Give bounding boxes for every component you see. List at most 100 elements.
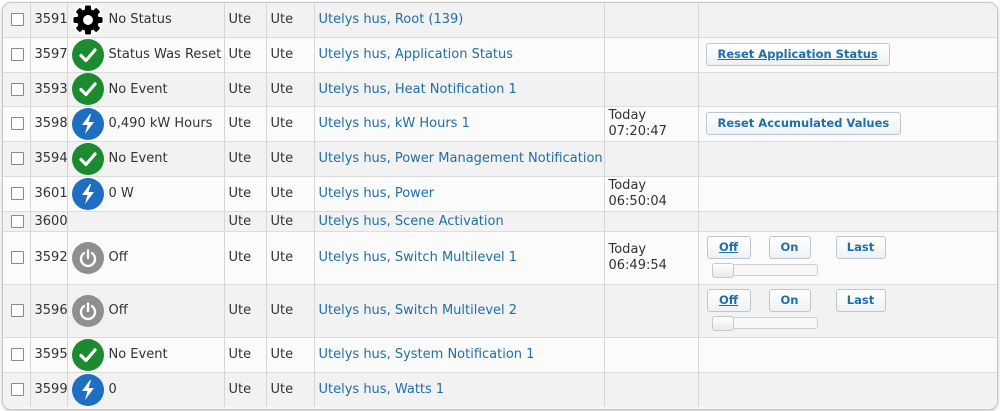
on-button[interactable]: On — [768, 288, 811, 312]
lightning-icon — [71, 373, 104, 406]
actions-cell — [698, 211, 997, 232]
checkmark-icon — [71, 38, 104, 71]
row-checkbox[interactable] — [11, 82, 24, 96]
status-text: 0 W — [108, 186, 134, 201]
last-update-time: Today 07:20:47 — [609, 108, 694, 140]
reset-application-status-button[interactable]: Reset Application Status — [705, 43, 890, 66]
device-name-cell: Utelys hus, Application Status — [314, 37, 605, 73]
select-cell — [3, 284, 31, 338]
time-cell: Today 07:20:47 — [604, 106, 699, 142]
update-day: Today — [608, 241, 647, 257]
room-cell: Ute — [266, 284, 315, 338]
device-id: 3594 — [30, 141, 68, 177]
status-cell: Status Was Reset — [67, 37, 225, 73]
location-cell: Ute — [224, 337, 267, 373]
level-slider[interactable] — [711, 315, 818, 331]
device-name-cell: Utelys hus, kW Hours 1 — [314, 106, 605, 142]
on-button[interactable]: On — [768, 235, 811, 259]
status-text: Off — [108, 250, 128, 265]
device-row: 3598 0,490 kW Hours Ute Ute Utelys hus, kW H… — [3, 106, 997, 142]
row-checkbox[interactable] — [11, 117, 24, 130]
time-cell — [604, 211, 699, 232]
off-button[interactable]: Off — [706, 288, 751, 312]
device-table-panel: 3591 No Status Ute Ute Utelys hus, Root (139… — [2, 2, 998, 410]
row-checkbox[interactable] — [11, 251, 24, 264]
device-name-link[interactable]: Utelys hus, Watts 1 — [319, 382, 445, 397]
row-checkbox[interactable] — [11, 152, 24, 165]
update-clock: 06:49:54 — [608, 257, 667, 273]
power-icon — [71, 294, 104, 327]
select-cell — [3, 141, 31, 177]
room-cell: Ute — [266, 141, 315, 177]
select-cell — [3, 231, 31, 285]
room-cell: Ute — [266, 211, 315, 232]
actions-cell — [698, 72, 997, 107]
status-cell: Off — [67, 231, 225, 285]
device-name-cell: Utelys hus, Root (139) — [314, 3, 605, 38]
select-cell — [3, 211, 31, 232]
room-cell: Ute — [266, 231, 315, 285]
device-name-link[interactable]: Utelys hus, Switch Multilevel 2 — [319, 303, 518, 318]
device-name-link[interactable]: Utelys hus, Application Status — [319, 47, 514, 62]
select-cell — [3, 337, 31, 373]
device-name-link[interactable]: Utelys hus, Root (139) — [319, 12, 464, 27]
device-id: 3598 — [30, 106, 68, 142]
device-name-cell: Utelys hus, Switch Multilevel 2 — [314, 284, 605, 338]
device-name-link[interactable]: Utelys hus, Switch Multilevel 1 — [319, 250, 518, 265]
device-row: 3591 No Status Ute Ute Utelys hus, Root (139… — [3, 3, 997, 38]
device-name-link[interactable]: Utelys hus, Scene Activation — [319, 214, 504, 229]
device-row: 3594 No Event Ute Ute Utelys hus, Power Mana… — [3, 141, 997, 177]
device-name-link[interactable]: Utelys hus, Power Management Notificatio… — [319, 151, 604, 166]
time-cell — [604, 337, 699, 373]
time-cell — [604, 37, 699, 73]
time-cell — [604, 72, 699, 107]
device-name-cell: Utelys hus, Power Management Notificatio… — [314, 141, 605, 177]
slider-handle[interactable] — [711, 262, 734, 278]
device-id: 3592 — [30, 231, 68, 285]
actions-cell: Reset Accumulated Values — [698, 106, 997, 142]
level-slider[interactable] — [711, 262, 818, 278]
row-checkbox[interactable] — [11, 214, 24, 228]
time-cell — [604, 372, 699, 407]
last-button[interactable]: Last — [835, 288, 886, 312]
actions-cell — [698, 372, 997, 407]
status-cell: 0 W — [67, 176, 225, 212]
select-cell — [3, 106, 31, 142]
switch-controls: Off On Last — [703, 285, 994, 337]
device-id: 3597 — [30, 37, 68, 73]
room-cell: Ute — [266, 176, 315, 212]
device-name-link[interactable]: Utelys hus, System Notification 1 — [319, 347, 535, 362]
reset-accumulated-values-button[interactable]: Reset Accumulated Values — [705, 112, 902, 135]
device-row: 3600 Ute Ute Utelys hus, Scene Activation — [3, 211, 997, 232]
device-row: 3596 Off Ute Ute Utelys hus, Switch Multilev… — [3, 284, 997, 338]
device-id: 3593 — [30, 72, 68, 107]
status-cell: No Event — [67, 72, 225, 107]
time-cell — [604, 3, 699, 38]
checkmark-icon — [71, 142, 104, 175]
actions-cell — [698, 3, 997, 38]
row-checkbox[interactable] — [11, 187, 24, 200]
location-cell: Ute — [224, 176, 267, 212]
status-cell — [67, 211, 225, 232]
device-id: 3601 — [30, 176, 68, 212]
device-row: 3601 0 W Ute Ute Utelys hus, Power Today 06:50… — [3, 176, 997, 212]
room-cell: Ute — [266, 372, 315, 407]
slider-handle[interactable] — [711, 315, 734, 331]
row-checkbox[interactable] — [11, 48, 24, 61]
row-checkbox[interactable] — [11, 304, 24, 317]
status-cell: No Event — [67, 141, 225, 177]
room-cell: Ute — [266, 106, 315, 142]
last-button[interactable]: Last — [835, 235, 886, 259]
device-name-link[interactable]: Utelys hus, Heat Notification 1 — [319, 82, 517, 97]
row-checkbox[interactable] — [11, 348, 24, 361]
row-checkbox[interactable] — [11, 383, 24, 397]
off-button[interactable]: Off — [706, 235, 751, 259]
device-id: 3599 — [30, 372, 68, 407]
select-cell — [3, 37, 31, 73]
select-cell — [3, 372, 31, 407]
row-checkbox[interactable] — [11, 13, 24, 27]
device-name-link[interactable]: Utelys hus, kW Hours 1 — [319, 116, 470, 131]
device-name-link[interactable]: Utelys hus, Power — [319, 186, 435, 201]
actions-cell: Off On Last — [698, 231, 997, 285]
time-cell — [604, 284, 699, 338]
